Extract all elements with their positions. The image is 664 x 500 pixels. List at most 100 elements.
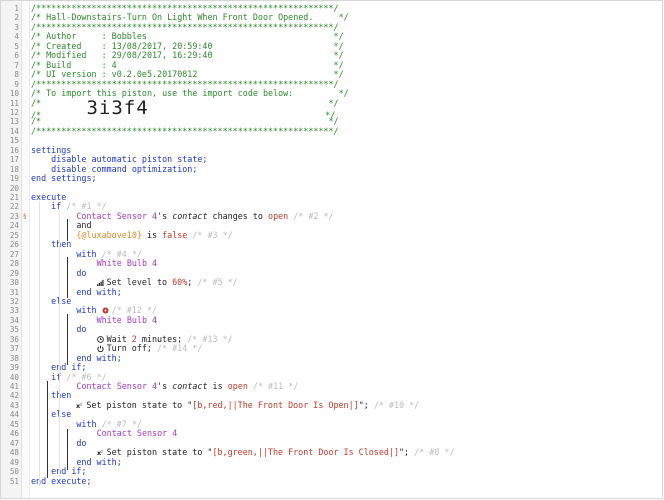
code-line[interactable]: 34 White Bulb 4 bbox=[1, 314, 662, 325]
code-line[interactable]: 28 White Bulb 4 bbox=[1, 258, 662, 268]
line-number: 38 bbox=[9, 353, 19, 363]
with-block-bracket bbox=[67, 257, 68, 298]
code-token: /* #8 */ bbox=[414, 447, 455, 458]
indent-guide bbox=[59, 211, 60, 476]
x2-icon: x2 bbox=[76, 400, 86, 410]
line-number: 49 bbox=[9, 457, 19, 467]
code-token: /* #2 */ bbox=[288, 210, 334, 221]
code-token: "; bbox=[358, 399, 374, 410]
line-number: 22 bbox=[9, 202, 19, 212]
line-number: 37 bbox=[9, 344, 19, 354]
line-number: 40 bbox=[9, 372, 19, 382]
line-number: 39 bbox=[9, 363, 19, 373]
code-line[interactable]: 41 Contact Sensor 4's contact is open /*… bbox=[1, 381, 662, 391]
code-line[interactable]: 20 bbox=[1, 184, 662, 193]
line-number: 46 bbox=[9, 429, 19, 439]
line-number: 33 bbox=[9, 306, 19, 316]
code-token: Contact Sensor 4 bbox=[96, 428, 178, 439]
line-number: 10 bbox=[9, 89, 19, 99]
code-token: open bbox=[227, 381, 248, 391]
code-line[interactable]: 49 end with; bbox=[1, 457, 662, 467]
code-text: x 2 Set piston state to "[b,red,||The Fron… bbox=[31, 399, 420, 410]
line-number: 26 bbox=[9, 240, 19, 250]
code-line[interactable]: 46 Contact Sensor 4 bbox=[1, 428, 662, 439]
code-token: is bbox=[207, 381, 228, 391]
line-number: 20 bbox=[9, 183, 19, 193]
code-token: contact bbox=[172, 381, 208, 391]
code-token: end settings; bbox=[31, 173, 97, 184]
code-line[interactable]: 23 § Contact Sensor 4's contact changes t… bbox=[1, 210, 662, 221]
code-token: contact bbox=[172, 210, 208, 221]
line-number: 32 bbox=[9, 296, 19, 306]
line-number: 48 bbox=[9, 448, 19, 458]
code-line[interactable]: 15 bbox=[1, 136, 662, 145]
indent-guide bbox=[39, 201, 40, 486]
line-number: 27 bbox=[9, 249, 19, 259]
line-number: 23 bbox=[9, 211, 19, 221]
line-number: 2 bbox=[14, 13, 19, 23]
line-number: 21 bbox=[9, 193, 19, 202]
code-token: /* #11 */ bbox=[247, 381, 299, 391]
code-line[interactable]: 19 end settings; bbox=[1, 173, 662, 184]
with-block-bracket bbox=[67, 429, 68, 470]
line-number: 43 bbox=[9, 400, 19, 410]
code-line[interactable]: 50 end if; bbox=[1, 466, 662, 477]
line-number: 14 bbox=[9, 126, 19, 136]
code-token: 60% bbox=[172, 277, 188, 288]
line-number: 25 bbox=[9, 230, 19, 240]
code-token: {@luxabove10} bbox=[76, 229, 142, 240]
code-text: /***************************************… bbox=[31, 125, 339, 136]
code-editor[interactable]: 1 /**************************************… bbox=[0, 0, 663, 499]
line-number: 7 bbox=[14, 60, 19, 70]
code-token: "; bbox=[399, 447, 415, 458]
line-number: 45 bbox=[9, 419, 19, 429]
code-token: [b,red,||The Front Door Is Open|] bbox=[192, 399, 359, 410]
code-token: Contact Sensor 4 bbox=[76, 381, 158, 391]
line-number: 47 bbox=[9, 438, 19, 448]
line-number: 16 bbox=[9, 145, 19, 155]
line-number: 34 bbox=[9, 315, 19, 325]
code-token: /* #14 */ bbox=[156, 343, 203, 354]
code-token: is bbox=[141, 229, 163, 240]
code-line[interactable]: 14 /*************************************… bbox=[1, 125, 662, 136]
code-line[interactable]: 38 end with; bbox=[1, 353, 662, 363]
line-number: 18 bbox=[9, 164, 19, 174]
code-line[interactable]: 18 disable command optimization; bbox=[1, 164, 662, 174]
svg-text:2: 2 bbox=[100, 449, 102, 453]
line-number: 31 bbox=[9, 287, 19, 297]
code-token: ; bbox=[187, 277, 198, 288]
code-line[interactable]: 31 end with; bbox=[1, 287, 662, 297]
line-number: 4 bbox=[14, 32, 19, 42]
code-text: end settings; bbox=[31, 173, 97, 184]
code-token: /* #5 */ bbox=[197, 277, 238, 288]
line-number: 24 bbox=[9, 221, 19, 231]
code-line[interactable]: 51 end execute; bbox=[1, 475, 662, 486]
code-token: end execute; bbox=[31, 475, 92, 486]
line-number: 15 bbox=[9, 136, 19, 146]
code-token: Set piston state to " bbox=[106, 447, 213, 458]
code-line[interactable]: 25 {@luxabove10} is false /* #3 */ bbox=[1, 229, 662, 240]
code-token: false bbox=[162, 229, 188, 240]
line-number: 6 bbox=[14, 51, 19, 61]
line-number: 50 bbox=[9, 467, 19, 477]
code-token: /* */ bbox=[31, 97, 339, 108]
line-number: 17 bbox=[9, 155, 19, 165]
line-number: 1 bbox=[14, 4, 19, 13]
code-token: 's bbox=[157, 210, 173, 221]
code-token: White Bulb 4 bbox=[96, 314, 158, 325]
trigger-marker: § bbox=[23, 212, 27, 220]
line-number: 30 bbox=[9, 278, 19, 288]
if-block-bracket bbox=[47, 381, 48, 478]
code-token: /***************************************… bbox=[31, 125, 339, 136]
line-number: 13 bbox=[9, 117, 19, 127]
code-token: [b,green,||The Front Door Is Closed|] bbox=[212, 447, 400, 458]
code-token: /* #3 */ bbox=[187, 229, 233, 240]
code-token: /* #10 */ bbox=[373, 399, 420, 410]
line-number: 29 bbox=[9, 268, 19, 278]
code-text: /* */ bbox=[31, 97, 339, 108]
line-number: 35 bbox=[9, 325, 19, 335]
code-token: open bbox=[268, 210, 289, 221]
line-number: 8 bbox=[14, 70, 19, 80]
code-line[interactable]: 43 x 2 Set piston state to "[b,red,||The F… bbox=[1, 399, 662, 410]
line-number: 36 bbox=[9, 334, 19, 344]
